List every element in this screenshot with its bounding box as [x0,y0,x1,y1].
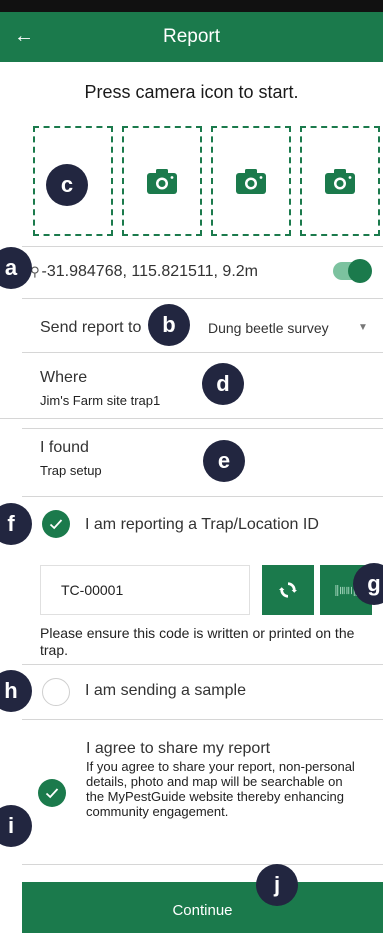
callout-c: c [46,164,88,206]
where-label: Where [40,369,88,386]
divider [22,496,383,497]
location-readout: ⚲ -31.984768, 115.821511, 9.2m [30,263,258,281]
trap-code-note: Please ensure this code is written or pr… [40,625,355,658]
divider [22,864,383,865]
camera-icon [236,169,266,194]
app-bar: ← Report [0,12,383,62]
chevron-down-icon[interactable]: ▼ [358,322,368,333]
refresh-icon [279,582,297,598]
instruction-text: Press camera icon to start. [84,82,299,102]
callout-h: h [0,670,32,712]
camera-icon [147,169,177,194]
location-toggle[interactable] [333,259,372,283]
agree-title: I agree to share my report [86,740,271,757]
trap-code-input[interactable]: TC-00001 [40,565,250,615]
agree-description: If you agree to share your report, non-p… [86,759,355,819]
divider [22,352,383,353]
divider [22,298,383,299]
callout-a: a [0,247,32,289]
photo-slot-4[interactable] [300,126,380,236]
callout-b: b [148,304,190,346]
trap-checkbox-label: I am reporting a Trap/Location ID [85,516,319,533]
refresh-code-button[interactable] [262,565,314,615]
divider [22,719,383,720]
location-coords: -31.984768, 115.821511, 9.2m [41,263,258,280]
divider [22,428,383,429]
continue-button[interactable]: Continue [22,882,383,933]
callout-f: f [0,503,32,545]
callout-i: i [0,805,32,847]
divider [22,246,383,247]
check-icon [45,788,59,799]
send-report-label: Send report to [40,319,142,336]
page-title: Report [162,26,221,47]
found-field[interactable]: Trap setup [40,463,102,478]
photo-slot-3[interactable] [211,126,291,236]
callout-j: j [256,864,298,906]
callout-d: d [202,363,244,405]
divider [22,664,383,665]
toggle-knob [348,259,372,283]
divider [0,418,383,419]
found-label: I found [40,439,89,456]
agree-checkbox[interactable] [38,779,66,807]
sample-checkbox-label: I am sending a sample [85,682,246,699]
check-icon [49,519,63,530]
status-bar-strip [0,0,383,12]
camera-icon [325,169,355,194]
callout-e: e [203,440,245,482]
trap-checkbox[interactable] [42,510,70,538]
sample-checkbox[interactable] [42,678,70,706]
photo-slot-2[interactable] [122,126,202,236]
where-field[interactable]: Jim's Farm site trap1 [40,393,160,408]
send-report-dropdown[interactable]: Dung beetle survey [208,320,329,336]
